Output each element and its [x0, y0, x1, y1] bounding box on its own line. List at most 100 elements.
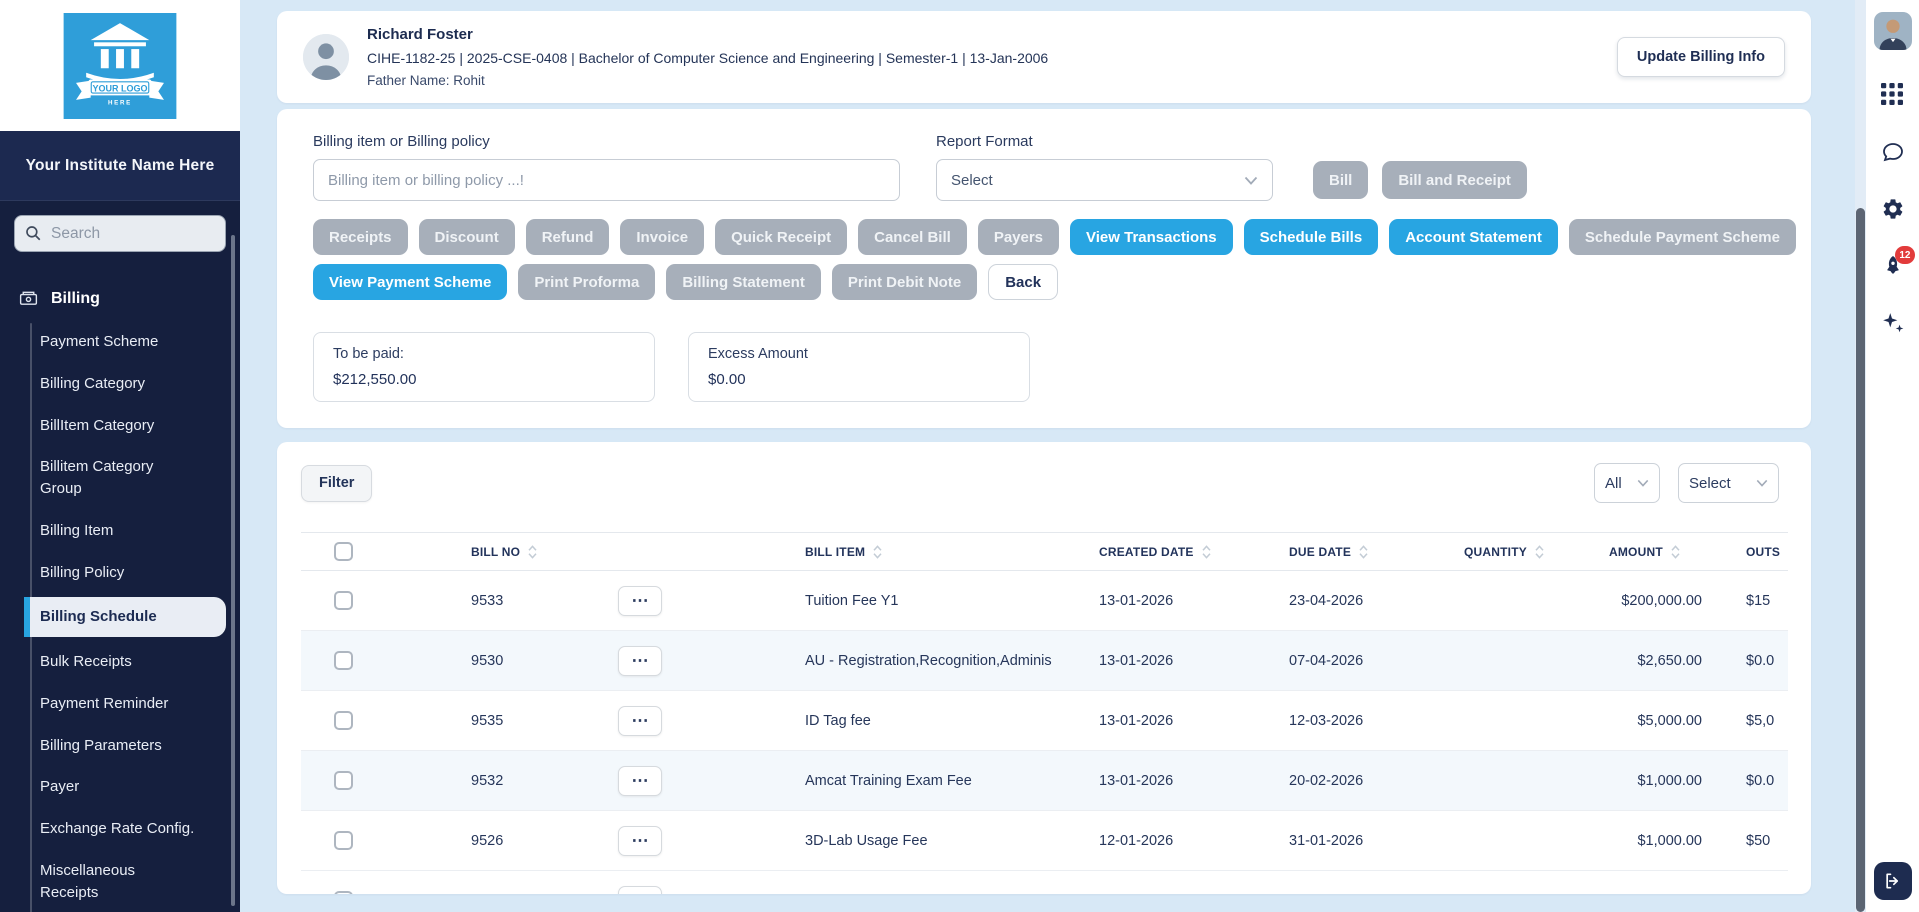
- row-checkbox[interactable]: [334, 651, 353, 670]
- select-all-checkbox[interactable]: [334, 542, 353, 561]
- report-format-value: Select: [951, 172, 993, 189]
- row-checkbox[interactable]: [334, 591, 353, 610]
- sort-icon[interactable]: [1535, 545, 1544, 559]
- sidebar-item-billing-schedule[interactable]: Billing Schedule: [24, 597, 226, 637]
- sidebar-item-billing-parameters[interactable]: Billing Parameters: [40, 725, 196, 767]
- page-size-select[interactable]: All: [1594, 463, 1660, 503]
- sort-icon[interactable]: [873, 545, 882, 559]
- logout-button[interactable]: [1874, 862, 1912, 900]
- chat-icon[interactable]: [1881, 140, 1905, 164]
- sidebar-item-payment-reminder[interactable]: Payment Reminder: [40, 683, 196, 725]
- action-button-cancel-bill[interactable]: Cancel Bill: [858, 219, 967, 255]
- cell-due-date: 07-04-2026: [1270, 631, 1440, 691]
- column-header-created-date[interactable]: CREATED DATE: [1075, 533, 1270, 571]
- row-actions-cell: ⋯: [590, 811, 780, 871]
- action-button-print-debit-note[interactable]: Print Debit Note: [832, 264, 977, 300]
- action-button-refund[interactable]: Refund: [526, 219, 610, 255]
- sort-icon[interactable]: [1202, 545, 1211, 559]
- column-label: QUANTITY: [1464, 545, 1527, 559]
- action-button-view-payment-scheme[interactable]: View Payment Scheme: [313, 264, 507, 300]
- action-button-invoice[interactable]: Invoice: [620, 219, 704, 255]
- row-actions-button[interactable]: ⋯: [618, 646, 662, 676]
- row-checkbox[interactable]: [334, 771, 353, 790]
- update-billing-info-button[interactable]: Update Billing Info: [1617, 37, 1785, 77]
- column-header-bill-no[interactable]: BILL NO: [446, 533, 590, 571]
- action-button-account-statement[interactable]: Account Statement: [1389, 219, 1558, 255]
- action-button-discount[interactable]: Discount: [419, 219, 515, 255]
- student-father-name: Father Name: Rohit: [367, 73, 1048, 88]
- cell-outstanding: [1712, 871, 1788, 895]
- table-action-select[interactable]: Select: [1678, 463, 1779, 503]
- sidebar-search: [14, 215, 226, 252]
- bill-and-receipt-button[interactable]: Bill and Receipt: [1382, 161, 1527, 199]
- action-button-payers[interactable]: Payers: [978, 219, 1059, 255]
- action-button-quick-receipt[interactable]: Quick Receipt: [715, 219, 847, 255]
- search-icon: [24, 224, 42, 242]
- excess-amount-label: Excess Amount: [708, 346, 1010, 362]
- cell-outstanding: $50: [1712, 811, 1788, 871]
- sort-icon[interactable]: [528, 545, 537, 559]
- row-actions-cell: ⋯: [590, 691, 780, 751]
- sort-icon[interactable]: [1671, 545, 1680, 559]
- column-label: OUTS: [1746, 545, 1780, 559]
- settings-gear-icon[interactable]: [1881, 197, 1905, 221]
- action-button-back[interactable]: Back: [988, 264, 1058, 300]
- table-filter-button[interactable]: Filter: [301, 465, 372, 502]
- vertical-scrollbar-track[interactable]: [1855, 0, 1866, 912]
- report-format-field: Report Format Select: [936, 133, 1273, 201]
- ellipsis-icon: ⋯: [632, 891, 649, 894]
- column-header-due-date[interactable]: DUE DATE: [1270, 533, 1440, 571]
- cell-bill-no: 9526: [446, 811, 590, 871]
- sidebar-item-bulk-receipts[interactable]: Bulk Receipts: [40, 641, 196, 683]
- row-actions-button[interactable]: ⋯: [618, 766, 662, 796]
- row-select-cell: [301, 751, 446, 811]
- cell-created-date: 13-01-2026: [1075, 631, 1270, 691]
- billing-item-input[interactable]: [313, 159, 900, 201]
- row-actions-button[interactable]: ⋯: [618, 886, 662, 894]
- report-format-select[interactable]: Select: [936, 159, 1273, 201]
- rocket-icon[interactable]: 12: [1881, 254, 1905, 278]
- action-button-receipts[interactable]: Receipts: [313, 219, 408, 255]
- sidebar-item-billitem-category[interactable]: BillItem Category: [40, 405, 196, 447]
- sparkles-icon[interactable]: [1881, 311, 1905, 335]
- row-actions-button[interactable]: ⋯: [618, 706, 662, 736]
- sidebar-item-billing-category[interactable]: Billing Category: [40, 363, 196, 405]
- sidebar-item-billing-policy[interactable]: Billing Policy: [40, 552, 196, 594]
- column-header-quantity[interactable]: QUANTITY: [1440, 533, 1585, 571]
- cell-bill-no: 9533: [446, 571, 590, 631]
- sidebar-item-billitem-category-group[interactable]: Billitem Category Group: [40, 446, 196, 510]
- row-actions-cell: ⋯: [590, 871, 780, 895]
- apps-grid-icon[interactable]: [1881, 83, 1905, 107]
- action-button-print-proforma[interactable]: Print Proforma: [518, 264, 655, 300]
- vertical-scrollbar-thumb[interactable]: [1856, 208, 1865, 912]
- sidebar-item-billing-item[interactable]: Billing Item: [40, 510, 196, 552]
- bill-button[interactable]: Bill: [1313, 161, 1368, 199]
- sidebar-item-payment-scheme[interactable]: Payment Scheme: [40, 321, 196, 363]
- action-button-schedule-payment-scheme[interactable]: Schedule Payment Scheme: [1569, 219, 1796, 255]
- cell-created-date: 13-01-2026: [1075, 571, 1270, 631]
- row-checkbox[interactable]: [334, 891, 353, 894]
- action-button-billing-statement[interactable]: Billing Statement: [666, 264, 821, 300]
- action-button-view-transactions[interactable]: View Transactions: [1070, 219, 1233, 255]
- cell-quantity: [1440, 751, 1585, 811]
- row-checkbox[interactable]: [334, 831, 353, 850]
- user-avatar[interactable]: [1874, 12, 1912, 50]
- row-actions-button[interactable]: ⋯: [618, 586, 662, 616]
- sidebar-item-exchange-rate-config[interactable]: Exchange Rate Config.: [40, 808, 196, 850]
- sidebar-scrollbar[interactable]: [231, 235, 235, 906]
- user-photo: [1874, 12, 1912, 50]
- sidebar-item-payer[interactable]: Payer: [40, 766, 196, 808]
- cell-quantity: [1440, 811, 1585, 871]
- table-row: 9530⋯AU - Registration,Recognition,Admin…: [301, 631, 1788, 691]
- row-select-cell: [301, 571, 446, 631]
- search-input[interactable]: [14, 215, 226, 252]
- sidebar-section-billing[interactable]: Billing: [0, 280, 240, 317]
- billing-icon: [18, 288, 39, 309]
- column-header-bill-item[interactable]: BILL ITEM: [780, 533, 1075, 571]
- sidebar-item-miscellaneous-receipts[interactable]: Miscellaneous Receipts: [40, 850, 196, 912]
- row-actions-button[interactable]: ⋯: [618, 826, 662, 856]
- sort-icon[interactable]: [1359, 545, 1368, 559]
- row-checkbox[interactable]: [334, 711, 353, 730]
- column-header-amount[interactable]: AMOUNT: [1585, 533, 1712, 571]
- action-button-schedule-bills[interactable]: Schedule Bills: [1244, 219, 1379, 255]
